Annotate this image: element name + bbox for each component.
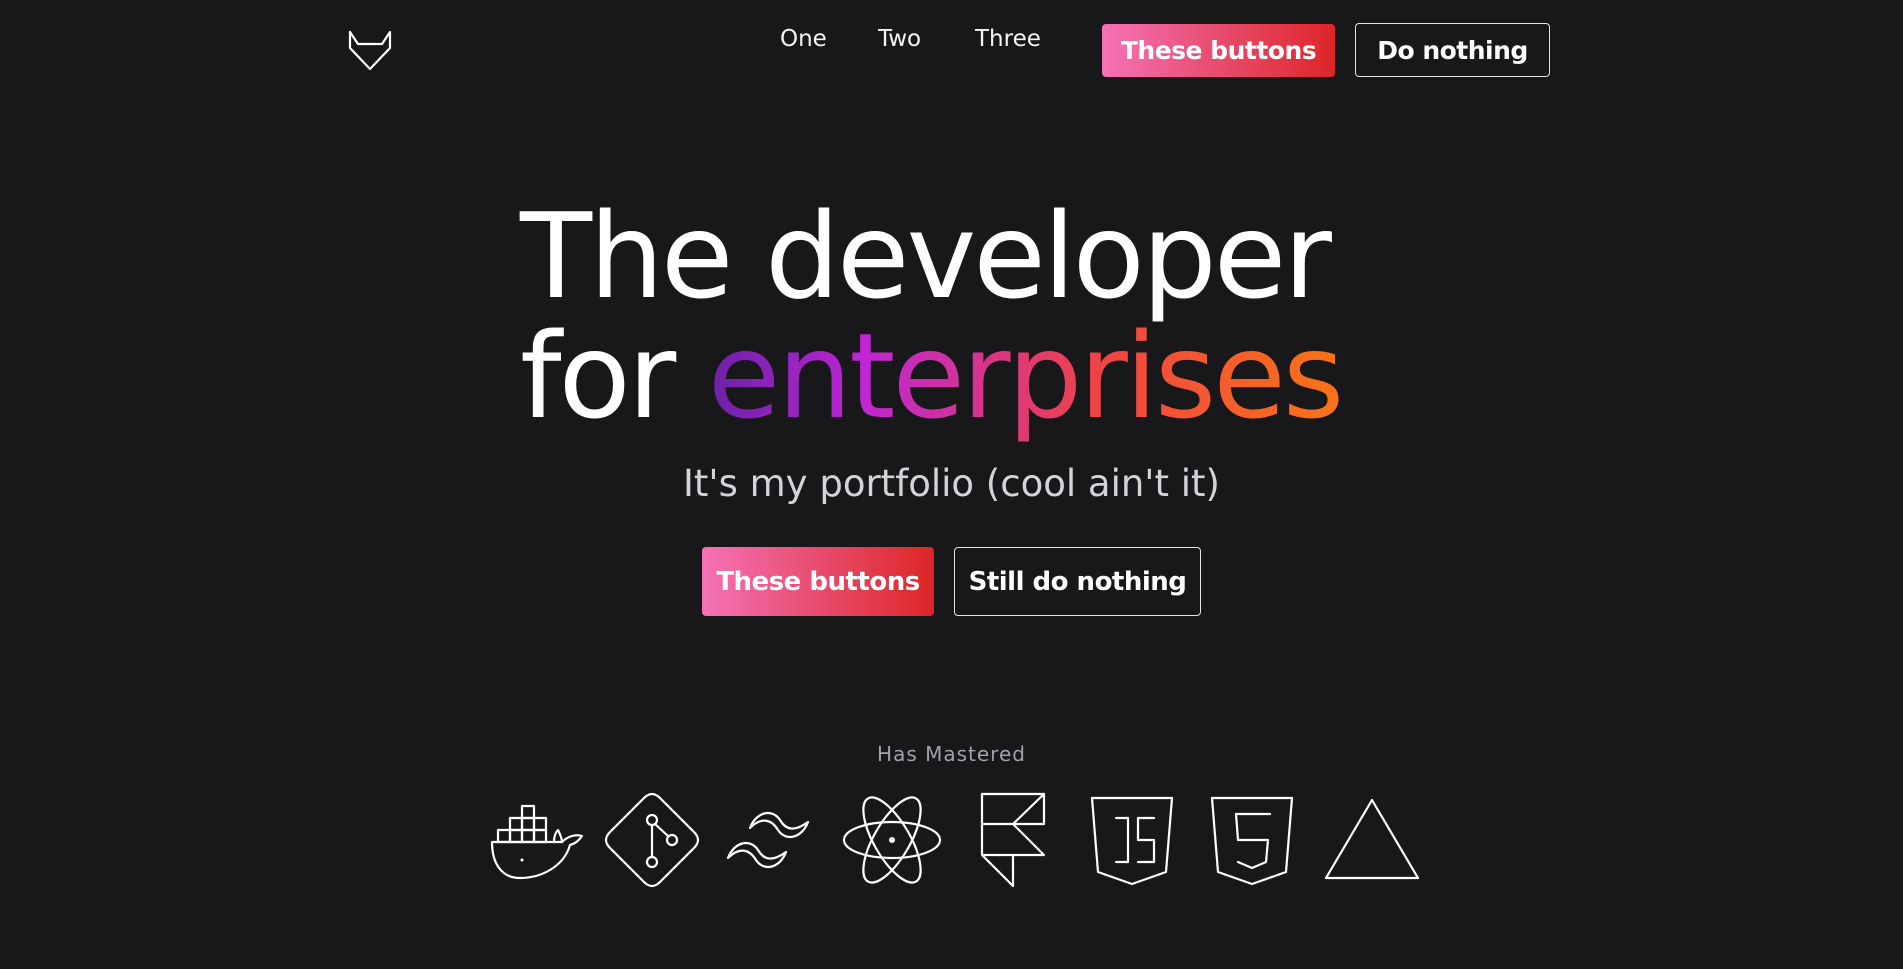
skills-icon-row (0, 790, 1903, 890)
electron-icon (842, 790, 942, 890)
hero-title-line1: The developer (520, 187, 1332, 325)
hero-secondary-button[interactable]: Still do nothing (954, 547, 1201, 616)
framer-icon (962, 790, 1062, 890)
hero-title: The developer for enterprises (520, 187, 1344, 436)
hero-title-accent: enterprises (707, 307, 1345, 445)
nav-link-two[interactable]: Two (878, 26, 921, 52)
nav-primary-button[interactable]: These buttons (1102, 24, 1335, 77)
top-nav: One Two Three These buttons Do nothing (0, 0, 1903, 100)
nav-link-three[interactable]: Three (975, 26, 1041, 52)
git-icon (602, 790, 702, 890)
hero-subtitle: It's my portfolio (cool ain't it) (683, 462, 1220, 505)
html5-icon (1202, 790, 1302, 890)
nav-link-one[interactable]: One (780, 26, 827, 52)
nav-secondary-button[interactable]: Do nothing (1355, 23, 1550, 77)
skills-heading: Has Mastered (877, 742, 1026, 766)
gitlab-icon[interactable] (348, 26, 392, 71)
hero-primary-button[interactable]: These buttons (702, 547, 934, 616)
javascript-icon (1082, 790, 1182, 890)
vercel-icon (1322, 790, 1422, 890)
hero-title-line2: for enterprises (520, 316, 1344, 436)
tailwind-icon (722, 790, 822, 890)
hero-title-plain: for (520, 307, 708, 445)
docker-icon (484, 790, 584, 890)
